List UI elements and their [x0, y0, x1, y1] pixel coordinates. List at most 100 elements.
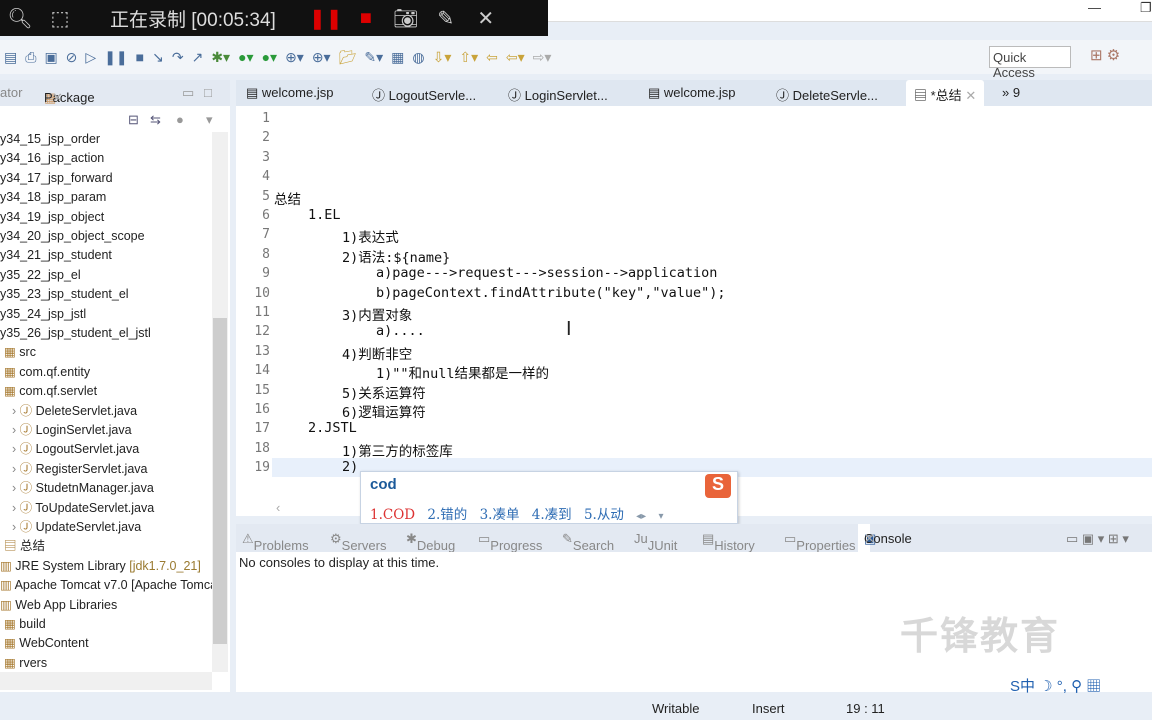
- expand-arrow-icon[interactable]: ›: [12, 423, 20, 437]
- scrollbar-thumb[interactable]: [213, 318, 227, 644]
- tab-search[interactable]: ✎ Search: [562, 531, 614, 553]
- expand-arrow-icon[interactable]: ›: [12, 404, 20, 418]
- ime-candidate[interactable]: 4.凑到: [532, 507, 572, 523]
- tab-problems[interactable]: ⚠ Problems: [242, 531, 309, 553]
- skip-breakpoints-icon[interactable]: ⊘: [66, 49, 78, 66]
- search-icon[interactable]: ✎▾: [364, 49, 383, 66]
- step-over-icon[interactable]: ↷: [172, 49, 184, 66]
- new-server-icon[interactable]: ⊕▾: [285, 49, 304, 66]
- close-icon[interactable]: ✕: [52, 90, 63, 106]
- tree-item[interactable]: y34_20_jsp_object_scope: [0, 227, 145, 246]
- code-line[interactable]: 1)表达式: [342, 226, 399, 246]
- tab-junit[interactable]: Ju JUnit: [634, 531, 677, 553]
- editor-tab[interactable]: ▤ welcome.jsp: [648, 85, 735, 101]
- tree-item[interactable]: y35_22_jsp_el: [0, 266, 81, 285]
- expand-arrow-icon[interactable]: ›: [12, 501, 20, 515]
- expand-arrow-icon[interactable]: ›: [12, 520, 20, 534]
- tree-item[interactable]: ▦ WebContent: [4, 634, 89, 653]
- forward-icon[interactable]: ⇨▾: [533, 49, 552, 66]
- collapse-all-icon[interactable]: ⊟: [128, 112, 139, 128]
- resume-icon[interactable]: ▷: [85, 49, 96, 66]
- editor-tab[interactable]: Ⓙ DeleteServle...: [776, 85, 878, 104]
- close-icon[interactable]: ✕: [965, 88, 976, 103]
- minimize-button[interactable]: —: [1088, 0, 1101, 15]
- tree-item[interactable]: › Ⓙ UpdateServlet.java: [12, 518, 141, 537]
- code-line[interactable]: 1)第三方的标签库: [342, 440, 453, 460]
- tab-progress[interactable]: ▭ Progress: [478, 531, 542, 553]
- tree-item[interactable]: › Ⓙ ToUpdateServlet.java: [12, 499, 154, 518]
- new-icon[interactable]: ⊕▾: [312, 49, 331, 66]
- step-into-icon[interactable]: ↘: [152, 49, 164, 66]
- more-tabs-button[interactable]: » 9: [1002, 85, 1020, 100]
- terminate-icon[interactable]: ■: [136, 49, 144, 65]
- pause-button[interactable]: ❚❚: [306, 6, 346, 31]
- prev-annotation-icon[interactable]: ⇧▾: [459, 49, 478, 66]
- code-line[interactable]: 1)""和null结果都是一样的: [376, 362, 549, 382]
- tree-item[interactable]: y34_16_jsp_action: [0, 149, 104, 168]
- tab-properties[interactable]: ▭ Properties: [784, 531, 856, 553]
- run-server-icon[interactable]: ●▾: [262, 49, 277, 66]
- link-editor-icon[interactable]: ⇆: [150, 112, 161, 128]
- tab-navigator[interactable]: ator: [0, 85, 22, 100]
- stop-button[interactable]: ■: [346, 7, 386, 30]
- expand-arrow-icon[interactable]: ›: [12, 481, 20, 495]
- editor-tab[interactable]: ▤ welcome.jsp: [246, 85, 333, 101]
- tree-item[interactable]: ▦ rvers: [4, 654, 47, 673]
- ime-candidate[interactable]: 1.COD: [370, 507, 415, 523]
- page-arrows-icon[interactable]: ◂▸: [636, 511, 646, 522]
- editor-tab-active[interactable]: ▤ *总结 ✕: [906, 80, 985, 106]
- tree-item[interactable]: y34_21_jsp_student: [0, 246, 112, 265]
- tree-item[interactable]: ▥ Web App Libraries: [0, 596, 117, 615]
- open-perspective-icon[interactable]: ⊞: [1090, 47, 1103, 64]
- scroll-left-icon[interactable]: ‹: [276, 500, 280, 515]
- save-all-icon[interactable]: ▤: [4, 49, 17, 66]
- maximize-icon[interactable]: □: [204, 85, 212, 100]
- tab-servers[interactable]: ⚙ Servers: [330, 531, 386, 553]
- region-icon[interactable]: ⬚: [40, 6, 80, 31]
- tab-debug[interactable]: ✱ Debug: [406, 531, 455, 553]
- pen-icon[interactable]: ✎: [426, 6, 466, 31]
- open-type-icon[interactable]: 📂︎: [339, 49, 357, 66]
- view-menu-icon[interactable]: ▾: [206, 112, 213, 128]
- annotation-icon[interactable]: ▦: [391, 49, 404, 66]
- expand-arrow-icon[interactable]: ›: [12, 462, 20, 476]
- tree-item[interactable]: › Ⓙ LoginServlet.java: [12, 421, 132, 440]
- zoom-icon[interactable]: 🔍︎: [0, 6, 40, 31]
- tree-item[interactable]: y35_23_jsp_student_el: [0, 285, 129, 304]
- globe-icon[interactable]: ◍: [412, 49, 424, 66]
- tree-item[interactable]: › Ⓙ LogoutServlet.java: [12, 440, 139, 459]
- expand-icon[interactable]: ▾: [659, 511, 664, 522]
- tree-item[interactable]: ▦ com.qf.entity: [4, 363, 90, 382]
- tree-item[interactable]: y34_15_jsp_order: [0, 130, 100, 149]
- print-icon[interactable]: ⎙: [25, 49, 36, 66]
- tree-item[interactable]: ▦ com.qf.servlet: [4, 382, 97, 401]
- ime-candidate[interactable]: 2.错的: [427, 507, 467, 523]
- tree-item[interactable]: y34_19_jsp_object: [0, 208, 104, 227]
- perspective-switcher[interactable]: ⊞ ⚙: [1090, 46, 1120, 64]
- view-menu-icon[interactable]: ●: [176, 112, 184, 127]
- tree-horizontal-scrollbar[interactable]: [0, 672, 212, 690]
- quick-access-input[interactable]: Quick Access: [989, 46, 1071, 80]
- code-line[interactable]: b)pageContext.findAttribute("key","value…: [376, 285, 726, 301]
- run-icon[interactable]: ●▾: [238, 49, 253, 66]
- tree-item[interactable]: y34_18_jsp_param: [0, 188, 106, 207]
- editor-tab[interactable]: Ⓙ LoginServlet...: [508, 85, 608, 104]
- tab-history[interactable]: ▤ History: [702, 531, 755, 553]
- expand-arrow-icon[interactable]: ›: [12, 442, 20, 456]
- restore-button[interactable]: ❐: [1140, 0, 1152, 16]
- ime-candidate[interactable]: 5.从动: [584, 507, 624, 523]
- code-line[interactable]: a)page--->request--->session-->applicati…: [376, 265, 717, 281]
- code-line[interactable]: 2.JSTL: [308, 420, 357, 436]
- next-annotation-icon[interactable]: ⇩▾: [433, 49, 452, 66]
- terminal-icon[interactable]: ▣: [44, 49, 57, 66]
- code-line[interactable]: 2): [342, 459, 358, 475]
- tree-item[interactable]: ▤ 总结: [4, 537, 45, 556]
- ime-status-bar[interactable]: S中 ☽ °, ⚲ ▦: [1010, 675, 1101, 696]
- code-line[interactable]: a)....: [376, 323, 425, 339]
- back-icon[interactable]: ⇦▾: [506, 49, 525, 66]
- last-edit-icon[interactable]: ⇦: [486, 49, 498, 66]
- tree-item[interactable]: › Ⓙ DeleteServlet.java: [12, 402, 137, 421]
- tree-item[interactable]: ▦ build: [4, 615, 46, 634]
- javaee-perspective-icon[interactable]: ⚙: [1107, 47, 1120, 64]
- console-actions[interactable]: ▭ ▣ ▾ ⊞ ▾: [1066, 531, 1129, 547]
